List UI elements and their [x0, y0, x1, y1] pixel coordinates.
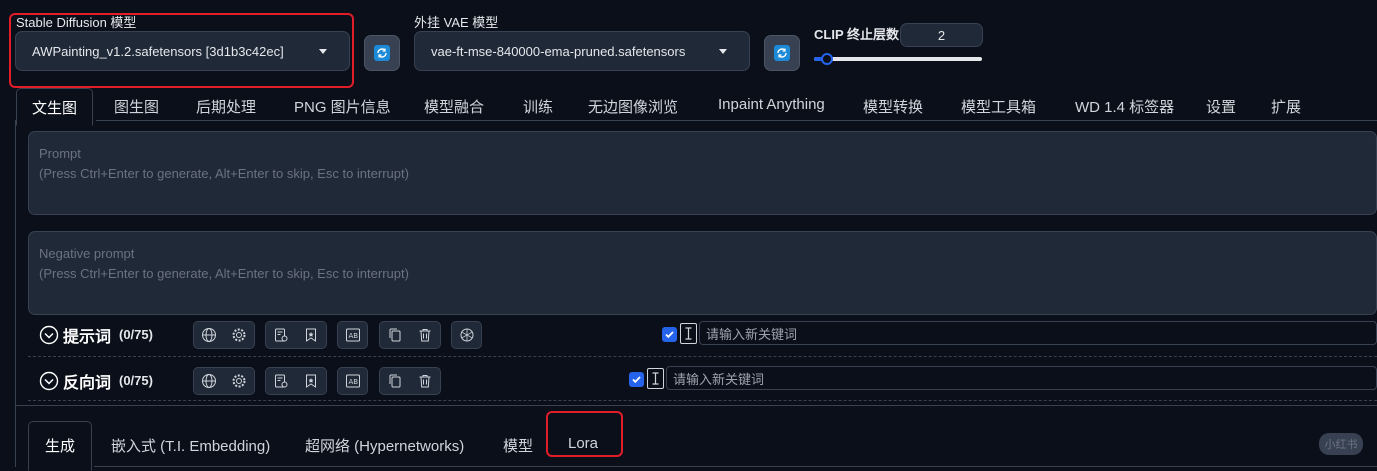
prompt-icon-group-3: AB [337, 321, 368, 349]
negative-prompt-placeholder-hint: (Press Ctrl+Enter to generate, Alt+Enter… [39, 266, 409, 281]
tab-img2img[interactable]: 图生图 [114, 96, 159, 117]
negative-prompt-textarea[interactable]: Negative prompt (Press Ctrl+Enter to gen… [28, 231, 1377, 315]
tab-png-info[interactable]: PNG 图片信息 [294, 96, 391, 117]
svg-text:AB: AB [348, 378, 358, 386]
trash-icon[interactable] [414, 370, 436, 392]
text-cursor-icon[interactable] [647, 368, 664, 389]
negative-icon-group-4 [379, 367, 441, 395]
copy-icon[interactable] [384, 324, 406, 346]
prompt-toolbar-toggle[interactable]: 提示词 [39, 323, 111, 347]
negative-icon-group-2 [265, 367, 327, 395]
negative-prompt-placeholder-title: Negative prompt [39, 246, 135, 261]
subtab-generate[interactable]: 生成 [28, 421, 93, 471]
prompt-toolbar-label: 提示词 [63, 329, 112, 346]
tab-extras[interactable]: 后期处理 [196, 96, 256, 117]
prompt-keyword-input[interactable]: 请输入新关键词 [699, 321, 1377, 345]
negative-icon-group-1 [193, 367, 255, 395]
history-doc-icon[interactable] [270, 370, 292, 392]
prompt-placeholder-hint: (Press Ctrl+Enter to generate, Alt+Enter… [39, 166, 409, 181]
toolbar-divider [28, 356, 1377, 357]
prompt-icon-group-4 [379, 321, 441, 349]
tab-model-converter[interactable]: 模型转换 [863, 96, 923, 117]
vae-model-dropdown[interactable]: vae-ft-mse-840000-ema-pruned.safetensors [414, 31, 750, 71]
prompt-icon-group-2 [265, 321, 327, 349]
negative-token-count: (0/75) [119, 373, 153, 388]
subtab-checkpoints[interactable]: 模型 [503, 435, 533, 456]
clip-skip-slider-track[interactable] [814, 57, 982, 61]
tab-settings[interactable]: 设置 [1206, 96, 1236, 117]
copy-icon[interactable] [384, 370, 406, 392]
negative-toolbar-toggle[interactable]: 反向词 [39, 369, 111, 393]
chevron-circle-icon [39, 325, 59, 345]
trash-icon[interactable] [414, 324, 436, 346]
prompt-icon-group-1 [193, 321, 255, 349]
prompt-textarea[interactable]: Prompt (Press Ctrl+Enter to generate, Al… [28, 131, 1377, 215]
negative-keyword-checkbox[interactable] [629, 372, 644, 387]
negative-toolbar-label: 反向词 [63, 375, 112, 392]
prompt-token-count: (0/75) [119, 327, 153, 342]
subtab-textual-inversion[interactable]: 嵌入式 (T.I. Embedding) [111, 435, 270, 456]
tab-extensions[interactable]: 扩展 [1271, 96, 1301, 117]
text-cursor-icon[interactable] [680, 323, 697, 344]
bookmark-star-icon[interactable] [300, 324, 322, 346]
translate-icon[interactable]: AB [342, 324, 364, 346]
tab-train[interactable]: 训练 [523, 96, 553, 117]
negative-keyword-input[interactable]: 请输入新关键词 [666, 366, 1377, 390]
refresh-icon [374, 45, 390, 61]
refresh-sd-model-button[interactable] [364, 35, 400, 71]
subtab-hypernetworks[interactable]: 超网络 (Hypernetworks) [305, 435, 464, 456]
tab-txt2img[interactable]: 文生图 [16, 88, 94, 126]
globe-icon[interactable] [198, 370, 220, 392]
chevron-circle-icon [39, 371, 59, 391]
vae-model-value: vae-ft-mse-840000-ema-pruned.safetensors [431, 43, 686, 59]
tab-infinite-image-browsing[interactable]: 无边图像浏览 [588, 96, 678, 117]
refresh-vae-model-button[interactable] [764, 35, 800, 71]
translate-icon[interactable]: AB [342, 370, 364, 392]
clip-skip-label: CLIP 终止层数 [814, 27, 899, 42]
highlight-box-sd-model [9, 13, 354, 88]
bookmark-star-icon[interactable] [300, 370, 322, 392]
prompt-placeholder-title: Prompt [39, 146, 81, 161]
clip-skip-input[interactable]: 2 [900, 23, 983, 47]
clip-skip-slider-thumb[interactable] [821, 53, 834, 65]
tab-checkpoint-merger[interactable]: 模型融合 [424, 96, 484, 117]
gear-icon[interactable] [228, 324, 250, 346]
svg-text:AB: AB [348, 332, 358, 340]
globe-icon[interactable] [198, 324, 220, 346]
history-doc-icon[interactable] [270, 324, 292, 346]
refresh-icon [774, 45, 790, 61]
tab-wd14-tagger[interactable]: WD 1.4 标签器 [1075, 96, 1174, 117]
prompt-keyword-checkbox[interactable] [662, 327, 677, 342]
tab-model-toolkit[interactable]: 模型工具箱 [961, 96, 1036, 117]
watermark-logo: 小红书 [1319, 433, 1363, 455]
highlight-box-lora [546, 411, 623, 457]
prompt-icon-group-5 [451, 321, 482, 349]
openai-icon[interactable] [456, 324, 478, 346]
vae-model-label: 外挂 VAE 模型 [414, 15, 499, 30]
negative-icon-group-3: AB [337, 367, 368, 395]
chevron-down-icon [719, 49, 727, 54]
tab-inpaint-anything[interactable]: Inpaint Anything [718, 96, 825, 113]
gear-icon[interactable] [228, 370, 250, 392]
toolbar-divider [28, 400, 1377, 401]
